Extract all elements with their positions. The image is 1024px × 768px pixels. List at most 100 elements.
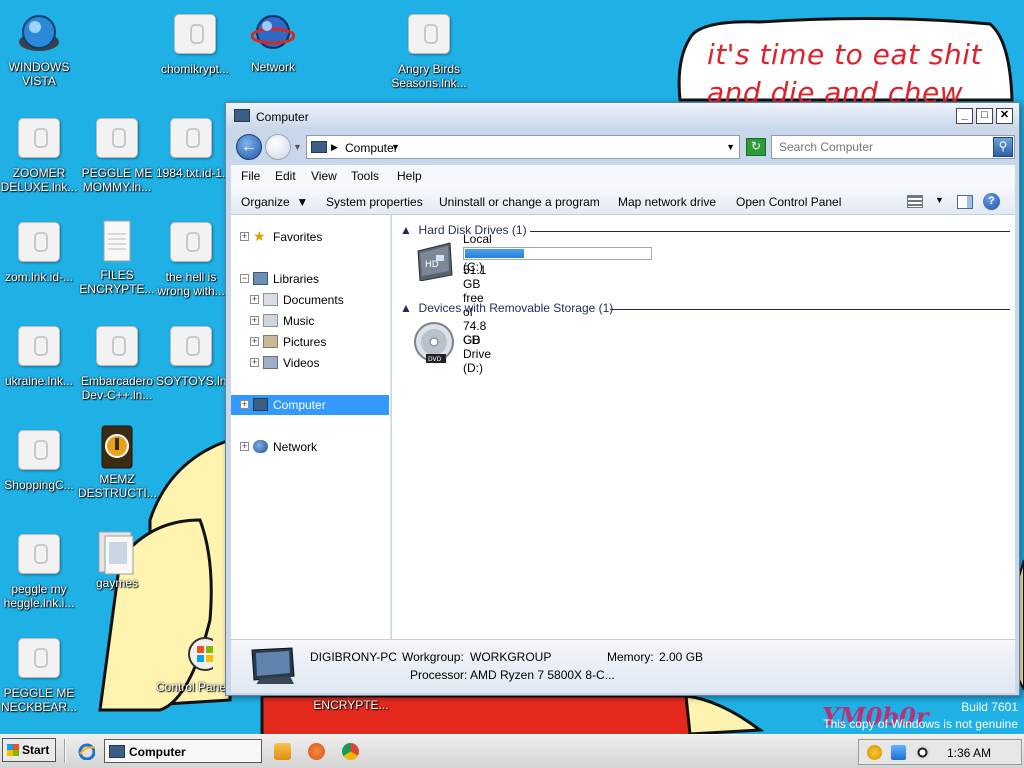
- desktop-icon-label: ZOOMER DELUXE.lnk...: [0, 166, 78, 194]
- search-icon[interactable]: [867, 745, 882, 760]
- minimize-button[interactable]: _: [956, 108, 973, 124]
- back-button[interactable]: ←: [236, 134, 262, 160]
- desktop-icon-zom-lnk[interactable]: zom.lnk.id-...: [0, 220, 78, 284]
- taskbar-window-computer[interactable]: Computer: [104, 739, 262, 763]
- nav-documents[interactable]: + Documents: [231, 290, 389, 310]
- nav-favorites[interactable]: + ★ Favorites: [231, 227, 389, 247]
- desktop-icon-ukraine-lnk[interactable]: ukraine.lnk...: [0, 324, 78, 388]
- nav-music[interactable]: + Music: [231, 311, 389, 331]
- chrome-icon[interactable]: [342, 743, 359, 760]
- expand-icon[interactable]: +: [240, 400, 249, 409]
- expand-icon[interactable]: +: [250, 358, 259, 367]
- desktop-icon-zoomer-deluxe[interactable]: ZOOMER DELUXE.lnk...: [0, 116, 78, 194]
- desktop-icon-files-encrypted[interactable]: FILES ENCRYPTE...: [78, 220, 156, 296]
- app-icon[interactable]: [308, 743, 325, 760]
- computer-icon: [311, 141, 327, 153]
- desktop-icon-peggle-me-mommy[interactable]: PEGGLE ME MOMMY.ln...: [78, 116, 156, 194]
- desktop-icon-memz[interactable]: MEMZ DESTRUCTI...: [78, 424, 157, 500]
- generic-file-icon: [18, 326, 60, 366]
- desktop-icon-peggle-my-heggle[interactable]: peggle my heggle.lnk.i...: [0, 532, 78, 610]
- collapse-icon[interactable]: −: [240, 274, 249, 283]
- desktop-icon-chomikrypt[interactable]: chomikrypt...: [156, 12, 234, 76]
- expand-icon[interactable]: +: [250, 295, 259, 304]
- recent-pages-icon[interactable]: ▼: [293, 142, 302, 152]
- nav-label: Pictures: [283, 335, 327, 349]
- generic-file-icon: [408, 14, 450, 54]
- menu-edit[interactable]: Edit: [275, 169, 296, 183]
- nav-videos[interactable]: + Videos: [231, 353, 389, 373]
- desktop-icon-gaymes[interactable]: gaymes: [78, 528, 156, 590]
- computer-icon: [109, 745, 125, 758]
- nav-libraries[interactable]: − Libraries: [231, 269, 389, 289]
- nav-label: Videos: [283, 356, 320, 370]
- group-header-removable[interactable]: ▲ Devices with Removable Storage (1): [400, 301, 613, 315]
- generic-file-icon: [170, 118, 212, 158]
- generic-file-icon: [18, 118, 60, 158]
- volume-icon[interactable]: [915, 745, 930, 760]
- search-input[interactable]: [774, 138, 986, 156]
- map-network-drive-button[interactable]: Map network drive: [618, 195, 716, 209]
- preview-pane-icon[interactable]: [957, 195, 973, 209]
- start-button[interactable]: Start: [2, 738, 56, 762]
- desktop-icon-the-hell-is-wrong[interactable]: the hell is wrong with...: [156, 220, 226, 298]
- vista-icon: [17, 12, 61, 56]
- maximize-button[interactable]: □: [976, 108, 993, 124]
- nav-network[interactable]: + Network: [231, 437, 389, 457]
- close-button[interactable]: ✕: [996, 108, 1013, 124]
- group-divider: [530, 231, 1010, 232]
- desktop-icon-angry-birds[interactable]: Angry Birds Seasons.lnk...: [390, 12, 468, 90]
- clock[interactable]: 1:36 AM: [947, 746, 991, 760]
- refresh-button[interactable]: ↻: [746, 138, 766, 156]
- desktop-icon-network[interactable]: Network: [234, 12, 312, 74]
- memz-icon: [95, 424, 139, 469]
- search-icon[interactable]: ⚲: [993, 137, 1013, 157]
- internet-explorer-icon[interactable]: [78, 743, 95, 760]
- menu-help[interactable]: Help: [397, 169, 422, 183]
- taskbar-separator: [64, 739, 66, 763]
- nav-pictures[interactable]: + Pictures: [231, 332, 389, 352]
- organize-button[interactable]: Organize ▼: [241, 195, 308, 209]
- breadcrumb-dropdown-icon[interactable]: ▼: [391, 142, 400, 152]
- window-titlebar[interactable]: Computer _ □ ✕: [226, 103, 1019, 129]
- address-bar[interactable]: ▶ Computer ▼ ▼: [306, 135, 740, 159]
- monitor-icon[interactable]: [891, 745, 906, 760]
- memory-value: 2.00 GB: [659, 650, 704, 664]
- desktop-icon-peggle-me-neckbear[interactable]: PEGGLE ME NECKBEAR...: [0, 636, 78, 714]
- menu-file[interactable]: File: [241, 169, 260, 183]
- system-properties-button[interactable]: System properties: [326, 195, 423, 209]
- desktop-icon-embarcadero[interactable]: Embarcadero Dev-C++.ln...: [78, 324, 156, 402]
- forward-button[interactable]: [265, 134, 291, 160]
- open-control-panel-button[interactable]: Open Control Panel: [736, 195, 841, 209]
- menu-view[interactable]: View: [311, 169, 337, 183]
- expand-icon[interactable]: +: [240, 232, 249, 241]
- view-options-dropdown-icon[interactable]: ▼: [935, 195, 944, 205]
- desktop-icon-encrypte-partial[interactable]: ENCRYPTE...: [312, 698, 390, 712]
- generic-file-icon: [170, 326, 212, 366]
- generic-file-icon: [18, 638, 60, 678]
- generic-file-icon: [96, 326, 138, 366]
- menu-tools[interactable]: Tools: [351, 169, 379, 183]
- expand-icon[interactable]: +: [240, 442, 249, 451]
- media-player-icon[interactable]: [274, 743, 291, 760]
- generic-file-icon: [18, 222, 60, 262]
- desktop-icon-1984-txt[interactable]: 1984.txt.id-1...: [156, 116, 226, 180]
- drive-c-usage-fill: [465, 249, 524, 258]
- breadcrumb-computer[interactable]: Computer: [345, 141, 398, 155]
- desktop-icon-soytoys[interactable]: SOYTOYS.ln...: [156, 324, 236, 388]
- desktop-icon-shoppingc[interactable]: ShoppingC...: [0, 428, 78, 492]
- folder-icon: [95, 528, 139, 575]
- videos-icon: [263, 356, 278, 369]
- desktop-icon-control-panel[interactable]: Control Panel: [156, 632, 226, 694]
- desktop-icon-windows-vista[interactable]: WINDOWS VISTA: [0, 12, 78, 88]
- help-icon[interactable]: ?: [983, 193, 1000, 210]
- start-label: Start: [22, 743, 50, 757]
- text-file-icon: [95, 220, 139, 264]
- breadcrumb-arrow-icon[interactable]: ▶: [331, 142, 338, 153]
- change-view-icon[interactable]: [907, 195, 923, 208]
- address-history-dropdown-icon[interactable]: ▼: [726, 142, 735, 152]
- nav-computer[interactable]: + Computer: [231, 395, 389, 415]
- uninstall-program-button[interactable]: Uninstall or change a program: [439, 195, 600, 209]
- workgroup-label: Workgroup:: [402, 650, 464, 664]
- expand-icon[interactable]: +: [250, 337, 259, 346]
- expand-icon[interactable]: +: [250, 316, 259, 325]
